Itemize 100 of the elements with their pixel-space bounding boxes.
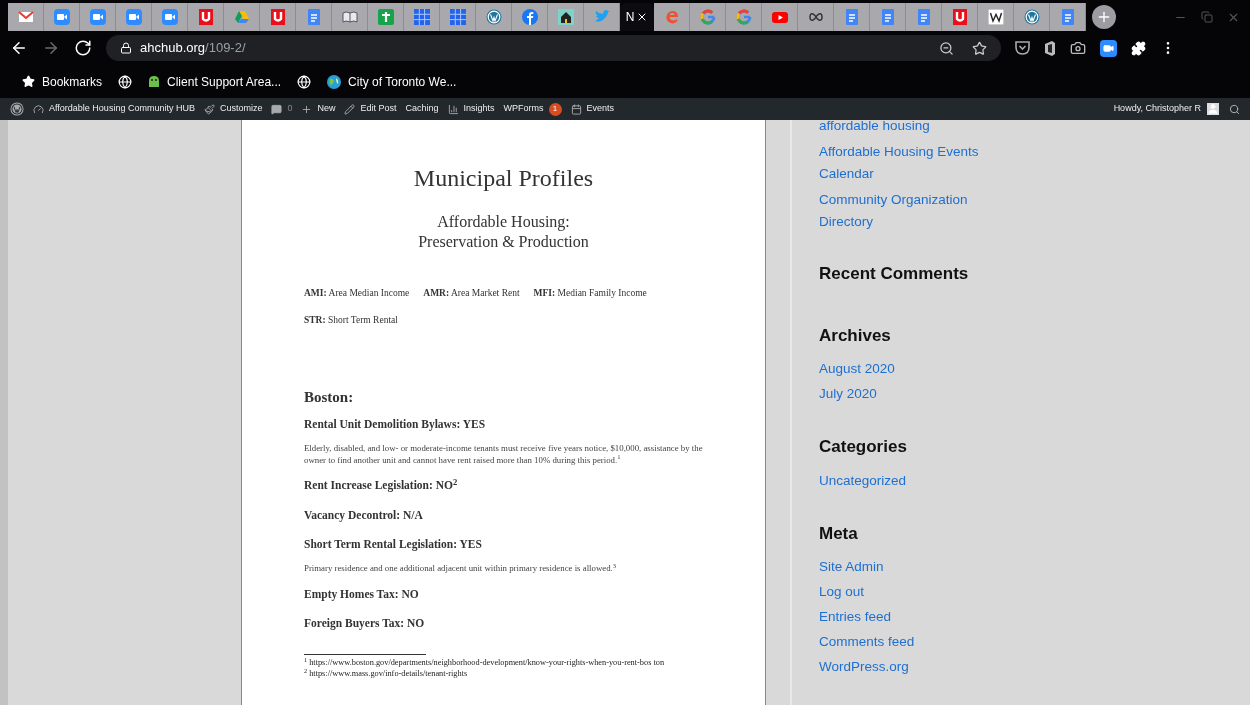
plus-icon [1096,9,1112,25]
field-heading: Vacancy Decontrol: N/A [304,507,424,524]
widget-title: Categories [819,436,908,458]
google-icon [735,9,752,25]
bar-chart-icon [447,103,459,115]
sidebar-link[interactable]: August 2020 [819,356,1012,381]
sidebar-link[interactable]: affordable housing [819,120,989,137]
video-camera-icon[interactable] [1100,39,1117,57]
widget-title: Archives [819,324,892,347]
play-icon [771,9,788,25]
widget-title: Recent Comments [819,263,970,285]
admin-bar-item[interactable]: Customize [203,102,263,116]
star-icon [22,75,35,88]
google-icon [699,9,716,25]
u-logo-icon [269,9,286,25]
calendar-icon [570,103,582,115]
grid-icon [413,9,430,25]
address-bar[interactable]: ahchub.org/109-2/ [106,35,1001,61]
triangle-logo-icon [233,9,250,25]
footnote: $^{1}$ https://www.boston.gov/departments/neighborhood-development/know-your-rights-when-you-rent-bos ton [304,657,666,668]
admin-bar-item[interactable]: Edit Post [344,102,397,116]
sidebar-link[interactable]: Comments feed [819,629,1012,654]
sidebar-link[interactable]: Site Admin [819,554,1012,579]
gauge-icon [33,103,44,115]
sidebar-link[interactable]: WordPress.org [819,654,1012,679]
brush-icon [203,103,215,115]
admin-bar-item[interactable]: 0 [271,102,293,116]
widget-title: Meta [819,522,859,545]
star-icon[interactable] [972,40,987,56]
document-icon [843,9,860,25]
field-heading: Foreign Buyers Tax: NO [304,615,426,632]
u-logo-icon [951,9,968,25]
user-greeting[interactable]: Howdy, Christopher R [1113,102,1201,116]
document-title: Municipal Profiles [412,164,595,193]
admin-bar-item[interactable]: WPForms 1 [503,102,562,116]
document-subtitle: Affordable Housing: [437,212,570,232]
globe-icon [327,74,342,89]
cross-icon [377,9,394,25]
field-heading: Rental Unit Demolition Bylaws: YES [304,417,487,433]
admin-bar-item[interactable]: Events [570,102,615,116]
lock-icon [120,42,132,54]
document-icon [305,9,322,25]
admin-bar-item[interactable]: Affordable Housing Community HUB [33,102,195,116]
video-camera-icon [161,9,178,25]
video-camera-icon [53,9,70,25]
house-icon [557,9,574,25]
robot-icon [148,74,161,89]
document-icon [1059,9,1076,25]
sidebar-link[interactable]: Entries feed [819,604,1012,629]
document-icon [879,9,896,25]
pencil-icon [344,103,356,115]
reload-icon[interactable] [74,39,92,57]
browser-tab[interactable] [548,3,584,31]
wordpress-icon [485,9,502,25]
abbreviation-definition: AMI: Area Median Income [304,287,410,300]
video-camera-icon [89,9,106,25]
browser-tab[interactable]: N [620,3,654,31]
bookmark[interactable]: Client Support Area... [146,72,284,91]
body-paragraph: Elderly, disabled, and low- or moderate-income tenants must receive five years notice, $10,000, assistance by the owner to find another unit and cannot have rent raised more than 10% during this period.$^{1}$ [304,443,703,467]
admin-bar-item[interactable]: Insights [447,102,495,116]
abbreviation-definition: STR: Short Term Rental [304,314,398,328]
sidebar-link[interactable]: Affordable Housing Events Calendar [819,141,989,185]
new-tab-button[interactable] [1092,5,1116,29]
field-heading: Rent Increase Legislation: NO$^{2}$ [304,477,459,494]
admin-bar-item[interactable]: Caching [405,102,439,116]
sidebar-link[interactable]: Uncategorized [819,467,1012,493]
url-text: ahchub.org/109-2/ [140,39,246,58]
bookmark[interactable]: Bookmarks [20,72,105,91]
tab-title: N [625,9,635,26]
extensions-icon[interactable] [1131,40,1146,56]
abbreviation-definition: MFI: Median Family Income [533,287,647,300]
office-icon[interactable] [1044,40,1056,56]
grid-icon [449,9,466,25]
avatar-icon [1207,103,1219,115]
body-paragraph: Primary residence and one additional adjacent unit within primary residence is allowed.$^{3}$ [304,563,618,575]
admin-bar-item[interactable]: New [301,102,336,116]
document-subtitle: Preservation & Production [418,232,589,252]
pocket-icon[interactable] [1015,41,1030,55]
document-icon [915,9,932,25]
video-camera-icon [125,9,142,25]
footnote: $^{2}$ https://www.mass.gov/info-details/tenant-rights [304,668,468,679]
browser-tab[interactable] [978,3,1014,31]
sidebar-link[interactable]: July 2020 [819,381,1012,406]
bookmark[interactable]: City of Toronto We... [325,72,459,91]
sidebar-link[interactable]: Community Organization Directory [819,189,989,233]
back-icon[interactable] [10,39,28,57]
section-heading: Boston: [304,387,355,407]
field-heading: Short Term Rental Legislation: YES [304,536,483,553]
camera-icon[interactable] [1070,40,1086,56]
comment-icon [271,103,283,115]
wiki-icon [987,9,1004,25]
search-icon[interactable] [1229,103,1240,115]
zoom-out-icon[interactable] [939,40,954,56]
facebook-icon [521,9,538,25]
sidebar-link[interactable]: Log out [819,579,1012,604]
mail-icon [17,9,34,25]
field-heading: Empty Homes Tax: NO [304,586,420,603]
wordpress-icon [1023,9,1040,25]
book-icon [341,9,358,25]
wordpress-icon[interactable] [10,102,24,116]
